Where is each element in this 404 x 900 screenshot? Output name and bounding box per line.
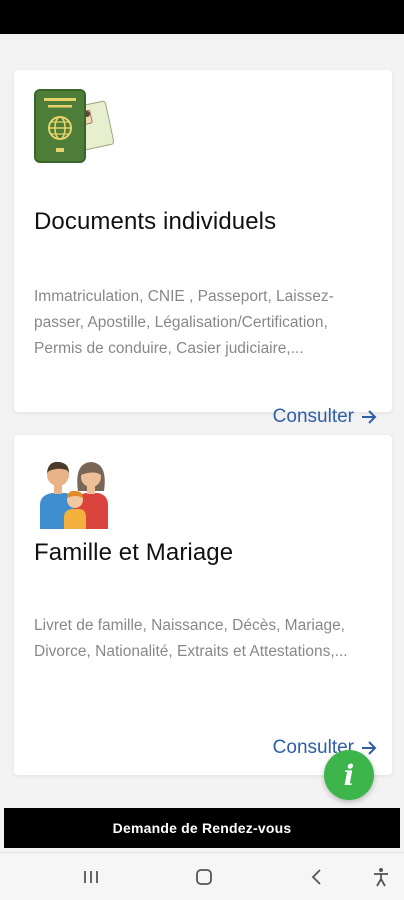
card-title: Documents individuels — [34, 208, 277, 235]
passport-id-icon — [34, 89, 114, 163]
recent-apps-icon[interactable] — [79, 865, 103, 889]
family-icon — [40, 461, 108, 529]
demande-rendez-vous-button[interactable]: Demande de Rendez-vous — [4, 808, 400, 848]
consulter-label: Consulter — [272, 406, 354, 427]
consulter-link[interactable]: Consulter — [273, 406, 378, 428]
back-icon[interactable] — [305, 865, 329, 889]
home-icon[interactable] — [192, 865, 216, 889]
system-nav-bar — [0, 852, 404, 900]
accessibility-icon[interactable] — [369, 865, 393, 889]
card-title: Famille et Mariage — [34, 539, 234, 566]
info-icon: i — [343, 758, 355, 792]
demande-rendez-vous-label: Demande de Rendez-vous — [112, 820, 292, 836]
status-bar — [0, 0, 404, 34]
arrow-right-icon — [362, 410, 377, 424]
info-button[interactable]: i — [324, 750, 374, 800]
card-description: Immatriculation, CNIE , Passeport, Laiss… — [34, 288, 334, 357]
card-documents-individuels[interactable]: Documents individuels Immatriculation, C… — [14, 70, 392, 427]
card-description: Livret de famille, Naissance, Décès, Mar… — [34, 617, 348, 660]
service-list[interactable]: Documents individuels Immatriculation, C… — [0, 34, 404, 808]
card-famille-et-mariage[interactable]: Famille et Mariage Livret de famille, Na… — [14, 435, 392, 775]
